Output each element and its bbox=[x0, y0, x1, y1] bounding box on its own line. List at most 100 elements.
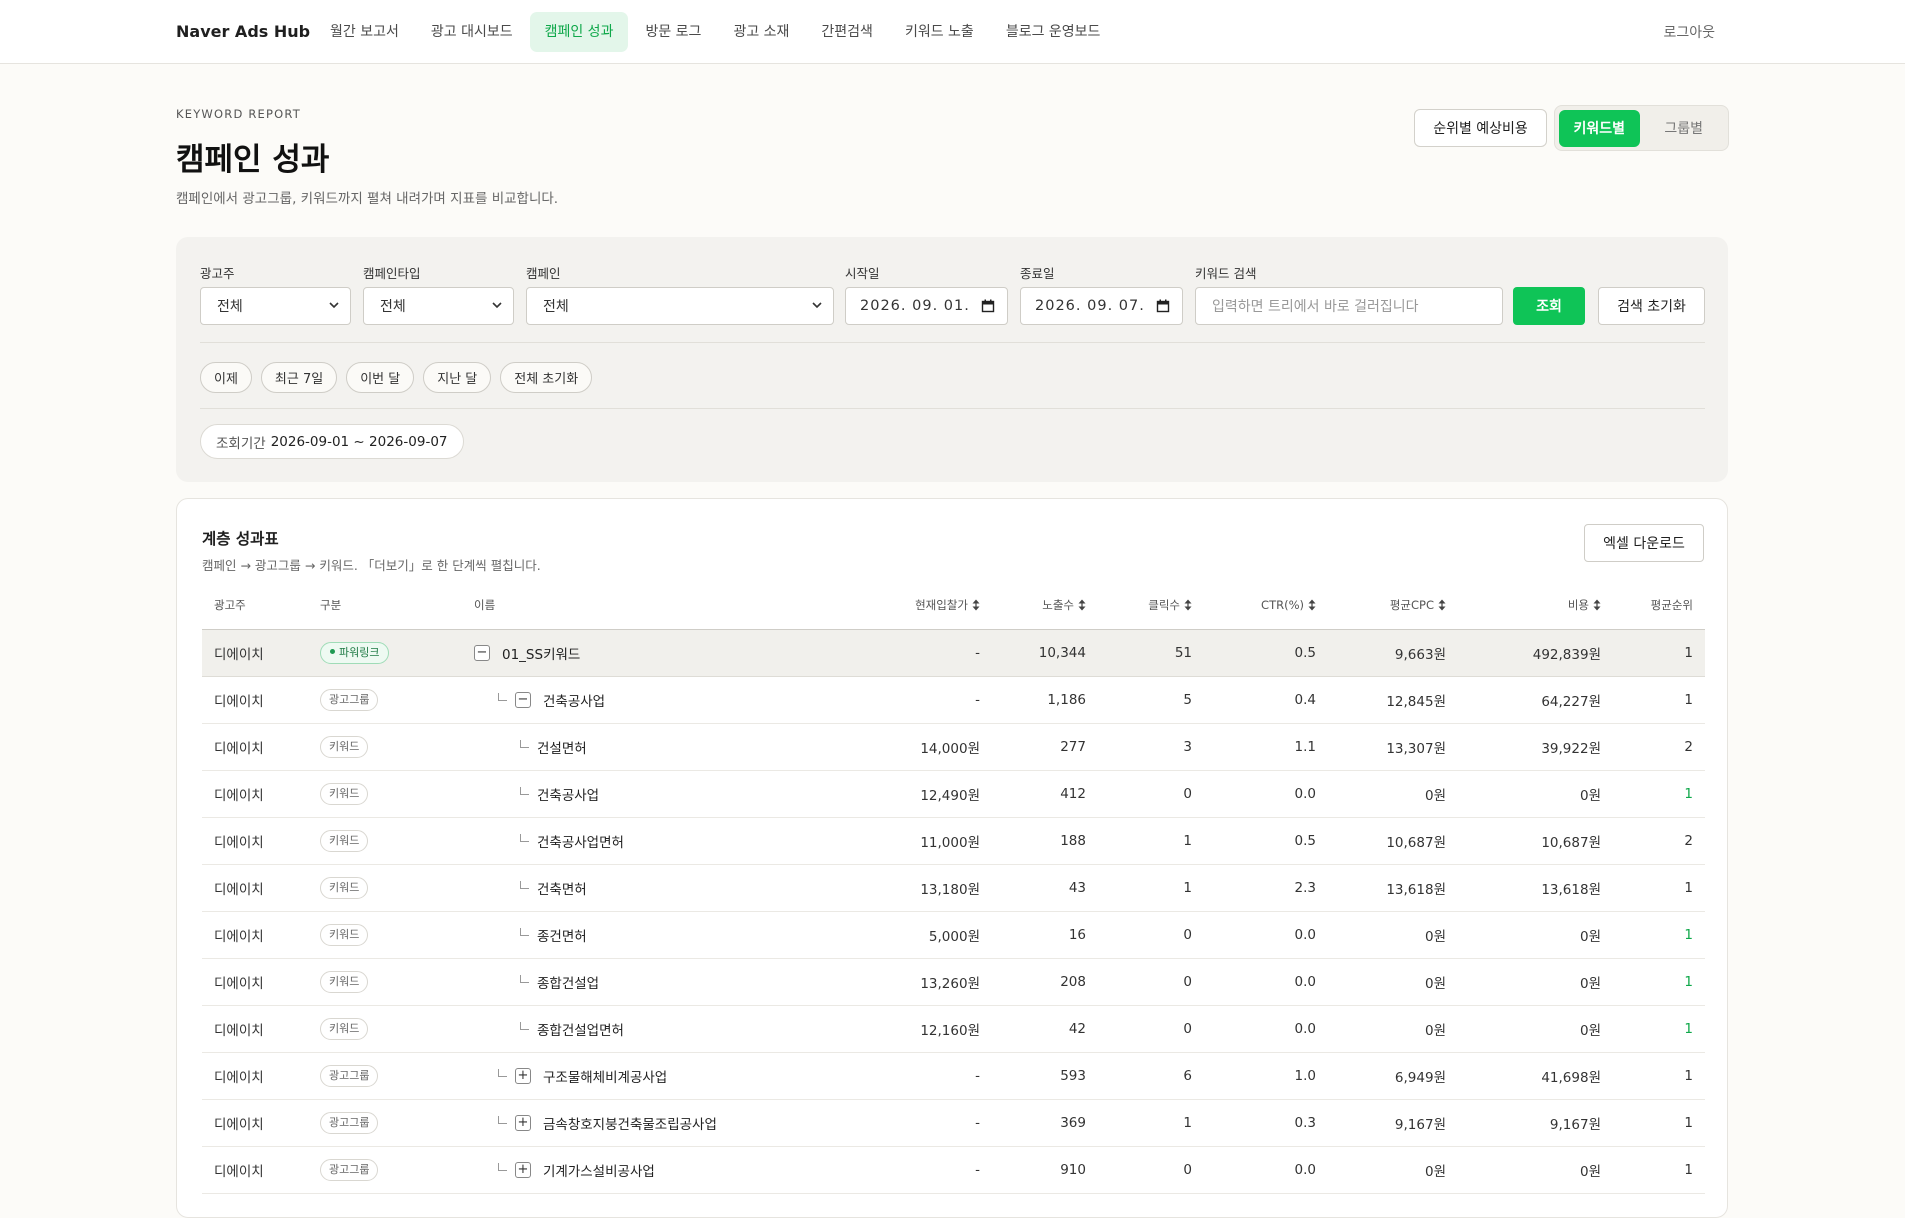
campaign-select-value: 전체 bbox=[543, 299, 569, 315]
cell-bid: 14,000원 bbox=[782, 723, 992, 771]
rank-cost-forecast-button[interactable]: 순위별 예상비용 bbox=[1414, 109, 1547, 147]
quick-range-chip[interactable]: 이번 달 bbox=[346, 362, 415, 393]
advertiser-select[interactable]: 전체 bbox=[200, 287, 351, 325]
column-header-label: 이름 bbox=[474, 597, 496, 612]
logout-link[interactable]: 로그아웃 bbox=[1663, 22, 1715, 42]
collapse-icon[interactable]: − bbox=[474, 644, 490, 661]
expand-icon[interactable]: + bbox=[515, 1114, 531, 1131]
tree-branch-icon bbox=[520, 739, 529, 748]
card-title: 계층 성과표 bbox=[202, 530, 279, 548]
hierarchy-performance-card: 계층 성과표 캠페인 → 광고그룹 → 키워드. 「더보기」로 한 단계씩 펼칩… bbox=[176, 498, 1728, 1218]
cell-name: 건설면허 bbox=[462, 723, 782, 771]
nav-item[interactable]: 광고 소재 bbox=[718, 12, 804, 52]
nav-item[interactable]: 광고 대시보드 bbox=[416, 12, 528, 52]
type-badge-label: 키워드 bbox=[329, 739, 360, 753]
table-row-keyword[interactable]: 디에이치 키워드 건축공사업면허 11,000원 188 1 0.5 10,687원 10,68… bbox=[202, 817, 1705, 865]
view-toggle-keyword[interactable]: 키워드별 bbox=[1559, 109, 1640, 147]
nav-item[interactable]: 간편검색 bbox=[806, 12, 888, 52]
cell-impressions: 10,344 bbox=[992, 629, 1098, 677]
view-toggle-group[interactable]: 그룹별 bbox=[1644, 110, 1725, 147]
cell-impressions: 593 bbox=[992, 1052, 1098, 1100]
start-date-input[interactable]: 2026. 09. 01. bbox=[845, 287, 1008, 325]
query-button[interactable]: 조회 bbox=[1513, 287, 1585, 325]
nav-item[interactable]: 방문 로그 bbox=[630, 12, 716, 52]
cell-name: 건축공사업 bbox=[462, 770, 782, 818]
type-badge-label: 광고그룹 bbox=[329, 1162, 370, 1176]
excel-download-button[interactable]: 엑셀 다운로드 bbox=[1584, 524, 1704, 562]
table-row-keyword[interactable]: 디에이치 키워드 종건면허 5,000원 16 0 0.0 0원 0원 1 bbox=[202, 911, 1705, 959]
cell-name: − 건축공사업 bbox=[462, 676, 782, 724]
cell-cost: 0원 bbox=[1458, 958, 1613, 1006]
type-badge: 광고그룹 bbox=[320, 1111, 379, 1134]
table-body: 디에이치 파워링크 −01_SS키워드 -10,344 51 0.5 9,663원 492,8… bbox=[202, 629, 1705, 1194]
campaign-select[interactable]: 전체 bbox=[526, 287, 834, 325]
keyword-search-input[interactable]: 입력하면 트리에서 바로 걸러집니다 bbox=[1195, 287, 1503, 325]
cell-cpc: 0원 bbox=[1328, 958, 1458, 1006]
cell-cpc: 13,307원 bbox=[1328, 723, 1458, 771]
cell-cost: 41,698원 bbox=[1458, 1052, 1613, 1100]
column-header-label: 비용 bbox=[1567, 597, 1589, 612]
campaign-label: 캠페인 bbox=[526, 266, 561, 281]
nav-item[interactable]: 월간 보고서 bbox=[315, 12, 414, 52]
cell-rank: 1 bbox=[1613, 1052, 1705, 1100]
quick-range-chip[interactable]: 지난 달 bbox=[423, 362, 492, 393]
cell-ctr: 0.5 bbox=[1204, 817, 1328, 865]
type-badge-label: 광고그룹 bbox=[329, 692, 370, 706]
table-row-group[interactable]: 디에이치 광고그룹 + 구조물해체비계공사업 -593 6 1.0 6,949원 41,698원… bbox=[202, 1052, 1705, 1100]
type-badge: 파워링크 bbox=[320, 641, 390, 664]
table-row-group[interactable]: 디에이치 광고그룹 + 기계가스설비공사업 -910 0 0.0 0원 0원 1 bbox=[202, 1146, 1705, 1194]
expand-icon[interactable]: + bbox=[515, 1161, 531, 1178]
type-badge-label: 키워드 bbox=[329, 833, 360, 847]
performance-table: 광고주 구분 이름 현재입찰가 노출수 클릭수 CTR(%) 평균CPC 비용 … bbox=[202, 581, 1705, 1194]
tree-branch-icon bbox=[520, 880, 529, 889]
card-description: 캠페인 → 광고그룹 → 키워드. 「더보기」로 한 단계씩 펼칩니다. bbox=[202, 558, 541, 573]
search-reset-button[interactable]: 검색 초기화 bbox=[1598, 287, 1705, 325]
table-row-group[interactable]: 디에이치 광고그룹 + 금속창호지붕건축물조립공사업 -369 1 0.3 9,167원 9,1… bbox=[202, 1099, 1705, 1147]
quick-range-chip[interactable]: 최근 7일 bbox=[260, 362, 338, 393]
quick-range-chip[interactable]: 이제 bbox=[200, 362, 252, 393]
cell-rank: 2 bbox=[1613, 723, 1705, 771]
cell-ctr: 0.0 bbox=[1204, 1146, 1328, 1194]
nav-item[interactable]: 블로그 운영보드 bbox=[991, 12, 1116, 52]
cell-ctr: 0.4 bbox=[1204, 676, 1328, 724]
end-date-input[interactable]: 2026. 09. 07. bbox=[1020, 287, 1183, 325]
expand-icon[interactable]: + bbox=[515, 1067, 531, 1084]
table-row-keyword[interactable]: 디에이치 키워드 건설면허 14,000원 277 3 1.1 13,307원 39,922원 2 bbox=[202, 723, 1705, 771]
sort-icon bbox=[1308, 599, 1316, 611]
table-row-campaign[interactable]: 디에이치 파워링크 −01_SS키워드 -10,344 51 0.5 9,663원 492,8… bbox=[202, 629, 1705, 677]
type-badge: 키워드 bbox=[320, 1017, 369, 1040]
column-header-label: 클릭수 bbox=[1148, 597, 1180, 612]
table-row-keyword[interactable]: 디에이치 키워드 건축공사업 12,490원 412 0 0.0 0원 0원 1 bbox=[202, 770, 1705, 818]
cell-cost: 0원 bbox=[1458, 770, 1613, 818]
cell-impressions: 277 bbox=[992, 723, 1098, 771]
cell-bid: 11,000원 bbox=[782, 817, 992, 865]
nav-item[interactable]: 키워드 노출 bbox=[890, 12, 989, 52]
collapse-icon[interactable]: − bbox=[515, 691, 531, 708]
column-header-bid[interactable]: 현재입찰가 bbox=[782, 581, 992, 630]
column-header-cost[interactable]: 비용 bbox=[1458, 581, 1613, 630]
column-header-impressions[interactable]: 노출수 bbox=[992, 581, 1098, 630]
sort-icon bbox=[1593, 599, 1601, 611]
column-header-ctr[interactable]: CTR(%) bbox=[1204, 581, 1328, 630]
column-header-cpc[interactable]: 평균CPC bbox=[1328, 581, 1458, 630]
table-row-keyword[interactable]: 디에이치 키워드 건축면허 13,180원 43 1 2.3 13,618원 13,618원 1 bbox=[202, 864, 1705, 912]
cell-type: 키워드 bbox=[308, 864, 462, 912]
column-header-label: 현재입찰가 bbox=[915, 597, 968, 612]
tree-node: − 건축공사업 bbox=[474, 690, 770, 710]
reset-all-chip[interactable]: 전체 초기화 bbox=[500, 362, 593, 393]
query-period-value: 2026-09-01 ~ 2026-09-07 bbox=[270, 433, 448, 450]
nav-item[interactable]: 캠페인 성과 bbox=[529, 12, 629, 52]
cell-ctr: 0.5 bbox=[1204, 629, 1328, 677]
cell-name: + 기계가스설비공사업 bbox=[462, 1146, 782, 1194]
table-row-group[interactable]: 디에이치 광고그룹 − 건축공사업 -1,186 5 0.4 12,845원 64,227원 1 bbox=[202, 676, 1705, 724]
cell-clicks: 1 bbox=[1098, 817, 1204, 865]
brand-logo[interactable]: Naver Ads Hub bbox=[176, 22, 310, 41]
type-badge: 광고그룹 bbox=[320, 1064, 379, 1087]
cell-type: 키워드 bbox=[308, 958, 462, 1006]
table-row-keyword[interactable]: 디에이치 키워드 종합건설업면허 12,160원 42 0 0.0 0원 0원 1 bbox=[202, 1005, 1705, 1053]
table-row-keyword[interactable]: 디에이치 키워드 종합건설업 13,260원 208 0 0.0 0원 0원 1 bbox=[202, 958, 1705, 1006]
campaign-type-select[interactable]: 전체 bbox=[363, 287, 514, 325]
column-header-clicks[interactable]: 클릭수 bbox=[1098, 581, 1204, 630]
cell-rank: 1 bbox=[1613, 676, 1705, 724]
tree-node-label: 건설면허 bbox=[537, 740, 587, 757]
